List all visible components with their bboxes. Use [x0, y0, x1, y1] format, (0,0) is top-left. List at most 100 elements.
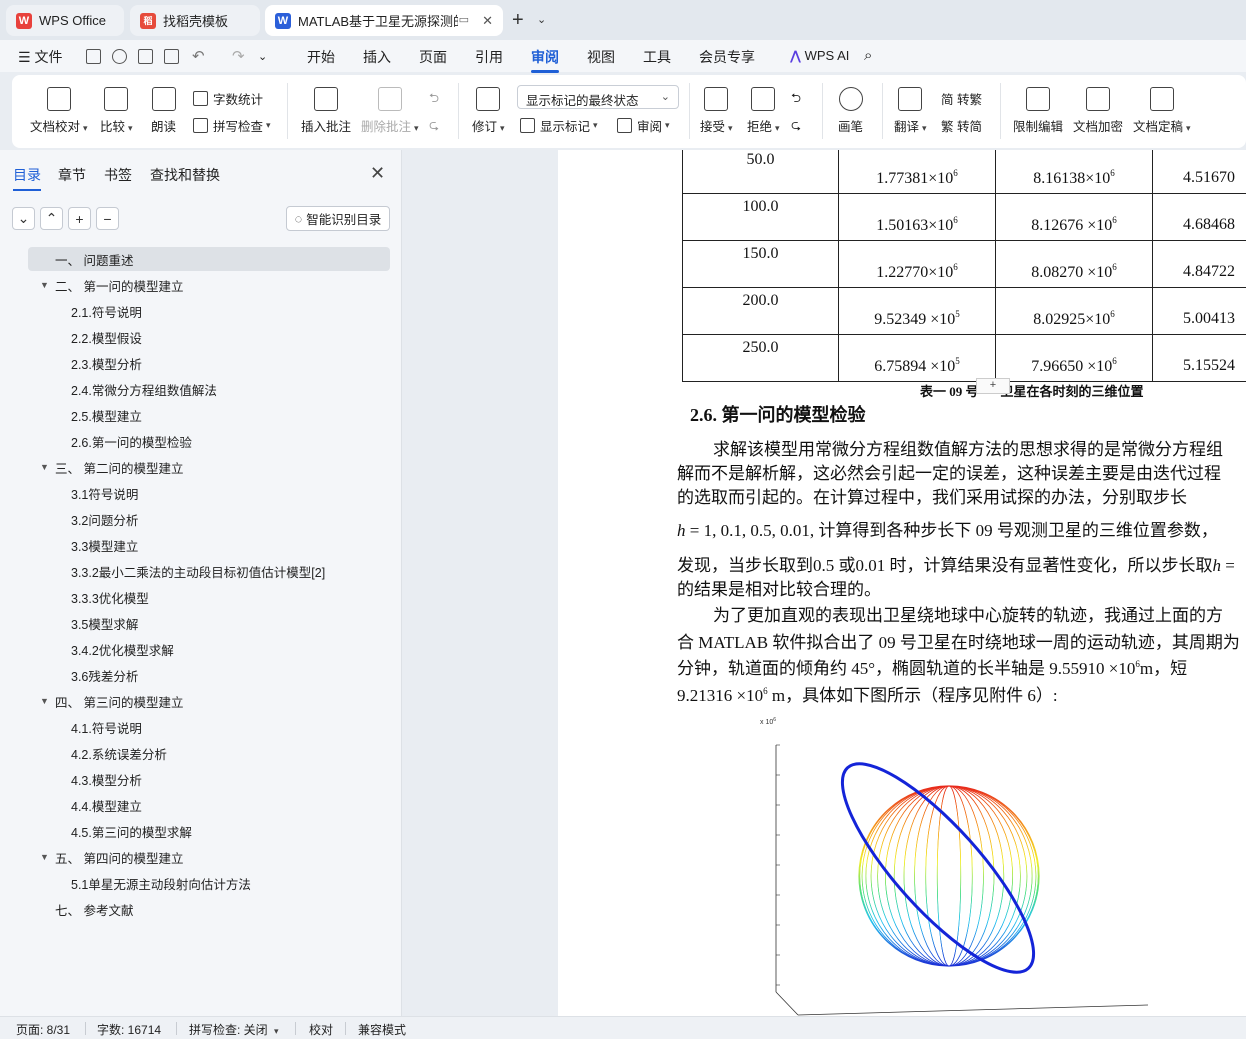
menu-page[interactable]: 页面: [419, 47, 447, 67]
encrypt-button[interactable]: 文档加密: [1073, 87, 1123, 135]
insert-comment-button[interactable]: 插入批注: [301, 87, 351, 135]
pen-button[interactable]: 画笔: [838, 87, 863, 135]
show-markup-button[interactable]: 显示标记 ▾: [520, 116, 598, 135]
table-cell[interactable]: 150.0: [682, 240, 839, 288]
collapse-up-icon[interactable]: ⌃: [40, 207, 63, 230]
wps-ai-button[interactable]: ⋀ WPS AI: [790, 48, 849, 64]
doc-check-button[interactable]: 文档校对 ▾: [30, 87, 88, 135]
toc-item[interactable]: 2.6.第一问的模型检验: [28, 429, 192, 453]
tab-toc[interactable]: 目录: [13, 165, 41, 191]
menu-insert[interactable]: 插入: [363, 47, 391, 67]
monitor-icon[interactable]: ▭: [459, 13, 469, 26]
toc-item[interactable]: 4.4.模型建立: [28, 793, 142, 817]
redo-icon[interactable]: ↷: [232, 47, 245, 65]
prev-change-icon[interactable]: ⮌: [791, 89, 801, 110]
add-row-handle[interactable]: +: [976, 378, 1010, 394]
toc-item[interactable]: 2.5.模型建立: [28, 403, 142, 427]
toc-item[interactable]: 3.1符号说明: [28, 481, 138, 505]
table-cell[interactable]: 5.15524: [1152, 334, 1246, 382]
close-tab-icon[interactable]: ✕: [482, 13, 493, 29]
remove-heading-icon[interactable]: −: [96, 207, 119, 230]
chevron-down-icon[interactable]: ⌄: [258, 50, 267, 63]
spell-check-button[interactable]: 拼写检查 ▾: [193, 116, 271, 135]
toc-item[interactable]: 4.5.第三问的模型求解: [28, 819, 192, 843]
close-pane-icon[interactable]: ✕: [370, 163, 385, 184]
toc-item[interactable]: 3.3模型建立: [28, 533, 138, 557]
toc-item[interactable]: 2.3.模型分析: [28, 351, 142, 375]
file-menu[interactable]: ☰ 文件: [18, 47, 62, 67]
toc-item[interactable]: 3.3.3优化模型: [28, 585, 149, 609]
expand-caret-icon[interactable]: ▼: [40, 852, 49, 862]
collapse-down-icon[interactable]: ⌄: [12, 207, 35, 230]
table-cell[interactable]: 6.75894 ×105: [838, 334, 996, 382]
tab-chapters[interactable]: 章节: [58, 165, 86, 185]
table-cell[interactable]: 8.02925×106: [995, 287, 1153, 335]
toc-item[interactable]: ▼ 三、 第二问的模型建立: [28, 455, 183, 479]
toc-item[interactable]: 2.4.常微分方程组数值解法: [28, 377, 217, 401]
table-cell[interactable]: 9.52349 ×105: [838, 287, 996, 335]
next-comment-icon[interactable]: ⮎: [429, 116, 439, 137]
toc-item[interactable]: 3.6残差分析: [28, 663, 138, 687]
menu-start[interactable]: 开始: [307, 47, 335, 67]
toc-item[interactable]: 4.1.符号说明: [28, 715, 142, 739]
tab-find-replace[interactable]: 查找和替换: [150, 165, 220, 185]
table-cell[interactable]: 8.12676 ×106: [995, 193, 1153, 241]
prev-comment-icon[interactable]: ⮌: [429, 89, 439, 110]
menu-reference[interactable]: 引用: [475, 47, 503, 67]
tab-docer-templates[interactable]: 稻 找稻壳模板: [130, 5, 260, 36]
to-traditional-button[interactable]: 简 转繁: [941, 89, 982, 108]
save-icon[interactable]: [86, 49, 101, 64]
table-cell[interactable]: 100.0: [682, 193, 839, 241]
menu-view[interactable]: 视图: [587, 47, 615, 67]
next-change-icon[interactable]: ⮎: [791, 116, 801, 137]
table-cell[interactable]: 5.00413: [1152, 287, 1246, 335]
table-cell[interactable]: 8.16138×106: [995, 150, 1153, 194]
chevron-down-icon[interactable]: ⌄: [537, 13, 546, 26]
print-icon[interactable]: [138, 49, 153, 64]
new-tab-icon[interactable]: +: [512, 9, 524, 32]
smart-toc-button[interactable]: ◌ 智能识别目录: [286, 206, 390, 231]
restrict-edit-button[interactable]: 限制编辑: [1013, 87, 1063, 135]
toc-item[interactable]: 4.3.模型分析: [28, 767, 142, 791]
toc-item[interactable]: 七、 参考文献: [28, 897, 133, 921]
translate-button[interactable]: 翻译 ▾: [894, 87, 927, 135]
toc-item[interactable]: 2.1.符号说明: [28, 299, 142, 323]
search-icon[interactable]: ⌕: [864, 47, 872, 64]
add-heading-icon[interactable]: +: [68, 207, 91, 230]
table-cell[interactable]: 4.68468: [1152, 193, 1246, 241]
finalize-button[interactable]: 文档定稿 ▾: [1133, 87, 1191, 135]
toc-item[interactable]: ▼ 五、 第四问的模型建立: [28, 845, 183, 869]
accept-button[interactable]: 接受 ▾: [700, 87, 733, 135]
expand-caret-icon[interactable]: ▼: [40, 462, 49, 472]
review-pane-button[interactable]: 审阅 ▾: [617, 116, 670, 135]
export-icon[interactable]: [112, 49, 127, 64]
table-cell[interactable]: 1.22770×106: [838, 240, 996, 288]
table-cell[interactable]: 7.96650 ×106: [995, 334, 1153, 382]
expand-caret-icon[interactable]: ▼: [40, 696, 49, 706]
tab-bookmarks[interactable]: 书签: [104, 165, 132, 185]
compare-button[interactable]: 比较 ▾: [100, 87, 133, 135]
toc-item[interactable]: ▼ 四、 第三问的模型建立: [28, 689, 183, 713]
menu-tools[interactable]: 工具: [643, 47, 671, 67]
delete-comment-button[interactable]: 删除批注 ▾: [361, 87, 419, 135]
tab-document[interactable]: W MATLAB基于卫星无源探测的空... ▭ ✕: [265, 5, 503, 36]
toc-item[interactable]: 一、 问题重述: [28, 247, 390, 271]
document-page[interactable]: 50.0 1.77381×106 8.16138×106 4.51670 100.0 1.…: [558, 150, 1246, 1016]
table-cell[interactable]: 4.84722: [1152, 240, 1246, 288]
table-cell[interactable]: 50.0: [682, 150, 839, 194]
markup-mode-select[interactable]: 显示标记的最终状态 ⌄: [517, 85, 679, 109]
toc-item[interactable]: 5.1单星无源主动段射向估计方法: [28, 871, 251, 895]
toc-item[interactable]: 4.2.系统误差分析: [28, 741, 167, 765]
undo-icon[interactable]: ↶: [192, 47, 205, 65]
revise-button[interactable]: 修订 ▾: [472, 87, 505, 135]
table-cell[interactable]: 1.77381×106: [838, 150, 996, 194]
toc-item[interactable]: 3.4.2优化模型求解: [28, 637, 174, 661]
toc-item[interactable]: 3.2问题分析: [28, 507, 138, 531]
tab-wps-office[interactable]: W WPS Office: [6, 5, 124, 36]
proof-status[interactable]: 校对: [309, 1021, 333, 1038]
word-count-status[interactable]: 字数: 16714: [97, 1021, 161, 1038]
table-cell[interactable]: 250.0: [682, 334, 839, 382]
page-indicator[interactable]: 页面: 8/31: [16, 1021, 70, 1038]
to-simplified-button[interactable]: 繁 转简: [941, 116, 982, 135]
table-cell[interactable]: 200.0: [682, 287, 839, 335]
